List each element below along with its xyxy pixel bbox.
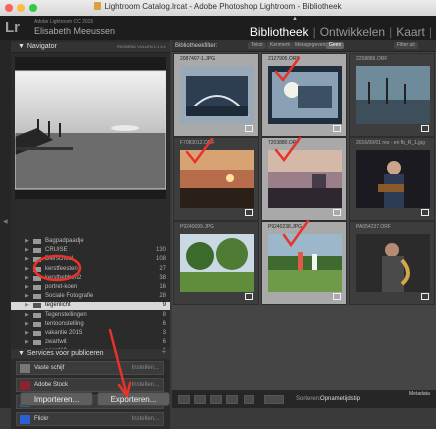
- annotation-overlay: [32, 56, 310, 398]
- flickr-icon: [20, 415, 30, 424]
- annotation-circle: [32, 254, 82, 282]
- annotation-checkmark: [274, 56, 301, 83]
- annotation-checkmark: [274, 136, 302, 163]
- service-label: Flickr: [34, 416, 49, 422]
- publish-service-flickr[interactable]: Flickr Instellen...: [16, 412, 164, 426]
- annotation-checkmark: [185, 137, 214, 165]
- annotation-checkmark: [282, 219, 310, 248]
- service-setup-link[interactable]: Instellen...: [132, 416, 159, 422]
